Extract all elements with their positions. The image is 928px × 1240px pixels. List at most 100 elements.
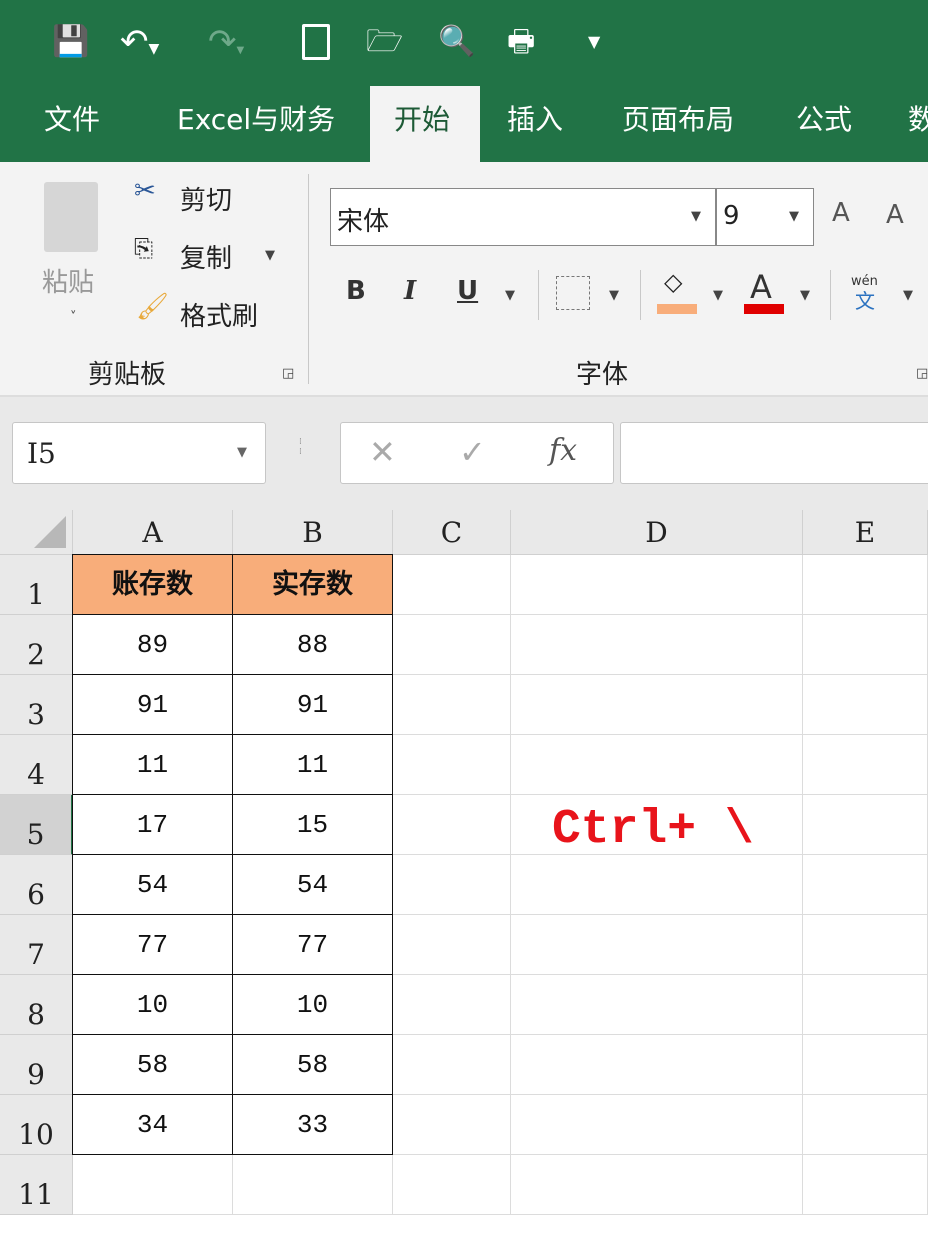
cell[interactable] xyxy=(511,675,803,735)
cell[interactable] xyxy=(511,1035,803,1095)
cell[interactable] xyxy=(233,1155,393,1215)
formula-input[interactable] xyxy=(620,422,928,484)
column-header-d[interactable]: D xyxy=(511,510,803,555)
table-cell[interactable]: 58 xyxy=(72,1034,233,1095)
open-folder-icon[interactable]: 🗁 xyxy=(366,22,403,62)
font-launcher-icon[interactable]: ◲ xyxy=(916,366,928,381)
insert-function-button[interactable]: fx xyxy=(549,433,577,468)
cell[interactable] xyxy=(803,975,928,1035)
cell[interactable] xyxy=(511,555,803,615)
table-cell[interactable]: 91 xyxy=(72,674,233,735)
cell[interactable] xyxy=(803,795,928,855)
cell[interactable] xyxy=(803,915,928,975)
cell[interactable] xyxy=(511,975,803,1035)
format-painter-button[interactable]: 格式刷 xyxy=(180,296,258,333)
resize-handle[interactable]: ⁞⁞ xyxy=(299,437,302,457)
column-header-e[interactable]: E xyxy=(803,510,928,555)
fill-color-dropdown[interactable]: ▼ xyxy=(713,288,723,303)
row-header-2[interactable]: 2 xyxy=(0,615,73,675)
tab-formulas[interactable]: 公式 xyxy=(796,100,852,140)
cell[interactable] xyxy=(393,1035,511,1095)
row-header-4[interactable]: 4 xyxy=(0,735,73,795)
paste-button[interactable]: 粘贴 xyxy=(42,262,94,299)
customize-icon[interactable]: ▼ xyxy=(588,22,600,62)
copy-dropdown[interactable]: ▼ xyxy=(265,248,275,263)
tab-home[interactable]: 开始 xyxy=(394,100,450,140)
cell[interactable] xyxy=(393,555,511,615)
column-header-b[interactable]: B xyxy=(233,510,393,555)
print-preview-icon[interactable]: 🔍 xyxy=(438,22,475,62)
cell[interactable] xyxy=(803,1035,928,1095)
cell[interactable] xyxy=(803,735,928,795)
table-cell[interactable]: 54 xyxy=(72,854,233,915)
table-cell[interactable]: 89 xyxy=(72,614,233,675)
enter-button[interactable]: ✓ xyxy=(459,433,486,471)
cell[interactable] xyxy=(393,1155,511,1215)
column-header-a[interactable]: A xyxy=(73,510,233,555)
tab-data[interactable]: 数 xyxy=(908,100,928,140)
italic-button[interactable]: I xyxy=(404,276,416,306)
shrink-font-button[interactable]: A xyxy=(886,200,904,230)
cell[interactable] xyxy=(393,735,511,795)
tab-insert[interactable]: 插入 xyxy=(507,100,563,140)
row-header-6[interactable]: 6 xyxy=(0,855,73,915)
row-header-1[interactable]: 1 xyxy=(0,555,73,615)
table-cell[interactable]: 10 xyxy=(232,974,393,1035)
cell[interactable] xyxy=(511,1095,803,1155)
fill-color-icon[interactable]: ◇ xyxy=(664,268,682,296)
paste-dropdown[interactable]: ˅ xyxy=(70,310,77,325)
cell[interactable] xyxy=(511,1155,803,1215)
select-all-button[interactable] xyxy=(0,510,73,555)
cell[interactable] xyxy=(803,615,928,675)
borders-icon[interactable] xyxy=(556,276,590,310)
cell[interactable] xyxy=(511,855,803,915)
new-file-icon[interactable] xyxy=(302,24,330,60)
underline-button[interactable]: U xyxy=(457,276,478,306)
cell[interactable] xyxy=(393,675,511,735)
tab-excel-finance[interactable]: Excel与财务 xyxy=(177,100,335,140)
font-color-button[interactable]: A xyxy=(750,268,772,306)
cell[interactable] xyxy=(803,855,928,915)
row-header-9[interactable]: 9 xyxy=(0,1035,73,1095)
row-header-7[interactable]: 7 xyxy=(0,915,73,975)
cell[interactable] xyxy=(393,795,511,855)
save-icon[interactable]: 💾 xyxy=(52,22,89,62)
table-cell[interactable]: 11 xyxy=(72,734,233,795)
table-header-cell[interactable]: 实存数 xyxy=(232,554,393,615)
table-cell[interactable]: 77 xyxy=(72,914,233,975)
table-cell[interactable]: 33 xyxy=(232,1094,393,1155)
table-cell[interactable]: 77 xyxy=(232,914,393,975)
clipboard-launcher-icon[interactable]: ◲ xyxy=(282,366,294,381)
row-header-10[interactable]: 10 xyxy=(0,1095,73,1155)
underline-dropdown[interactable]: ▼ xyxy=(505,288,515,303)
borders-dropdown[interactable]: ▼ xyxy=(609,288,619,303)
paste-icon[interactable] xyxy=(44,182,98,252)
cell[interactable] xyxy=(393,615,511,675)
undo-icon[interactable]: ↶▼ xyxy=(120,22,159,69)
cell[interactable] xyxy=(393,915,511,975)
phonetic-dropdown[interactable]: ▼ xyxy=(903,288,913,303)
cell[interactable] xyxy=(511,915,803,975)
cell[interactable] xyxy=(803,1095,928,1155)
cell[interactable] xyxy=(803,675,928,735)
table-header-cell[interactable]: 账存数 xyxy=(72,554,233,615)
table-cell[interactable]: 34 xyxy=(72,1094,233,1155)
table-cell[interactable]: 54 xyxy=(232,854,393,915)
column-header-c[interactable]: C xyxy=(393,510,511,555)
font-name-select[interactable]: 宋体 ▼ xyxy=(330,188,716,246)
font-color-dropdown[interactable]: ▼ xyxy=(800,288,810,303)
tab-page-layout[interactable]: 页面布局 xyxy=(622,100,734,140)
redo-icon[interactable]: ↷▼ xyxy=(208,22,244,71)
table-cell[interactable]: 17 xyxy=(72,794,233,855)
table-cell[interactable]: 15 xyxy=(232,794,393,855)
row-header-8[interactable]: 8 xyxy=(0,975,73,1035)
table-cell[interactable]: 91 xyxy=(232,674,393,735)
cell[interactable] xyxy=(803,1155,928,1215)
cancel-button[interactable]: ✕ xyxy=(369,433,396,471)
row-header-5[interactable]: 5 xyxy=(0,795,73,855)
cell[interactable] xyxy=(393,855,511,915)
print-icon[interactable]: 🖶 xyxy=(507,22,535,62)
cell[interactable] xyxy=(803,555,928,615)
table-cell[interactable]: 88 xyxy=(232,614,393,675)
cell[interactable] xyxy=(511,735,803,795)
